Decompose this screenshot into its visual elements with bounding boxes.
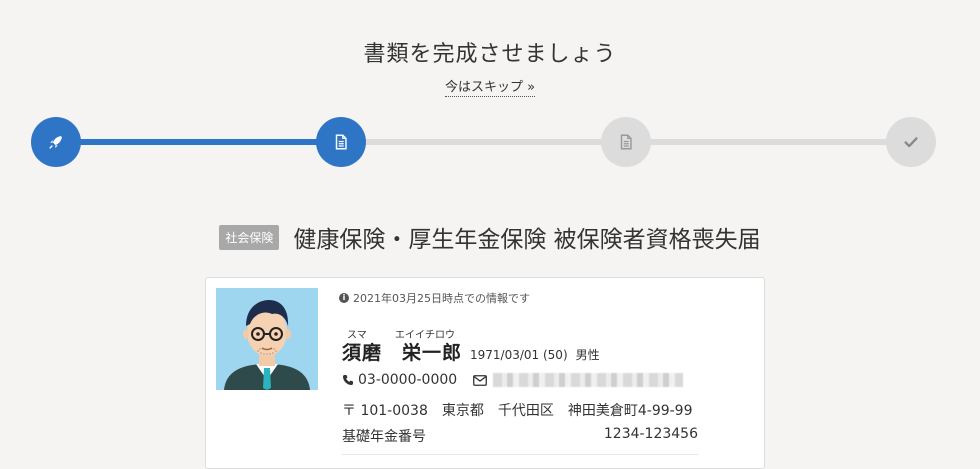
page-title: 書類を完成させましょう — [363, 42, 617, 67]
furigana-last: スマ — [347, 330, 367, 341]
email-redacted — [493, 373, 684, 387]
phone-icon — [343, 375, 353, 385]
category-badge: 社会保険 — [219, 224, 280, 250]
progress-stepper — [31, 117, 937, 167]
stepper-track-fill — [56, 139, 342, 145]
name-row: 須磨 栄一郎 1971/03/01 (50) 男性 — [342, 338, 600, 365]
person-name: 須磨 栄一郎 — [342, 342, 463, 364]
pension-label: 基礎年金番号 — [342, 429, 426, 445]
mail-icon — [473, 374, 488, 386]
avatar-illustration — [216, 288, 318, 390]
step-document-edit[interactable] — [316, 117, 366, 167]
info-icon: i — [339, 293, 349, 303]
step-complete[interactable] — [886, 117, 936, 167]
prefecture: 東京都 — [441, 403, 484, 419]
info-note-text: 2021年03月25日時点での情報です — [353, 292, 530, 305]
address-row: 〒 101-0038 東京都 千代田区 神田美倉町4-99-99 — [342, 400, 693, 420]
furigana: スマ エイイチロウ — [342, 326, 600, 341]
phone-number: 03-0000-0000 — [358, 372, 458, 388]
birth-date: 1971/03/01 (50) — [470, 348, 568, 362]
document-heading: 社会保険 健康保険・厚生年金保険 被保険者資格喪失届 — [0, 220, 980, 254]
info-note: i 2021年03月25日時点での情報です — [339, 290, 530, 306]
city: 千代田区 — [497, 403, 554, 419]
pension-number: 1234-123456 — [603, 426, 698, 442]
document-icon — [620, 134, 632, 150]
skip-link-wrapper: 今はスキップ » — [0, 76, 980, 97]
furigana-first: エイイチロウ — [395, 330, 455, 341]
document-title: 健康保険・厚生年金保険 被保険者資格喪失届 — [293, 227, 761, 253]
street-address: 神田美倉町4-99-99 — [567, 403, 693, 419]
step-document-review[interactable] — [601, 117, 651, 167]
postal-code: 〒 101-0038 — [342, 403, 428, 419]
check-icon — [904, 137, 918, 148]
avatar — [216, 288, 318, 390]
step-start[interactable] — [31, 117, 81, 167]
skip-link[interactable]: 今はスキップ » — [444, 80, 536, 97]
contact-row: 03-0000-0000 — [342, 372, 684, 388]
name-block: スマ エイイチロウ 須磨 栄一郎 1971/03/01 (50) 男性 — [342, 326, 600, 365]
gender: 男性 — [575, 348, 600, 362]
document-icon — [335, 134, 347, 150]
employee-card: i 2021年03月25日時点での情報です スマ エイイチロウ 須磨 栄一郎 1… — [205, 277, 765, 469]
rocket-icon — [49, 136, 62, 149]
pension-row: 基礎年金番号 1234-123456 — [342, 426, 698, 455]
